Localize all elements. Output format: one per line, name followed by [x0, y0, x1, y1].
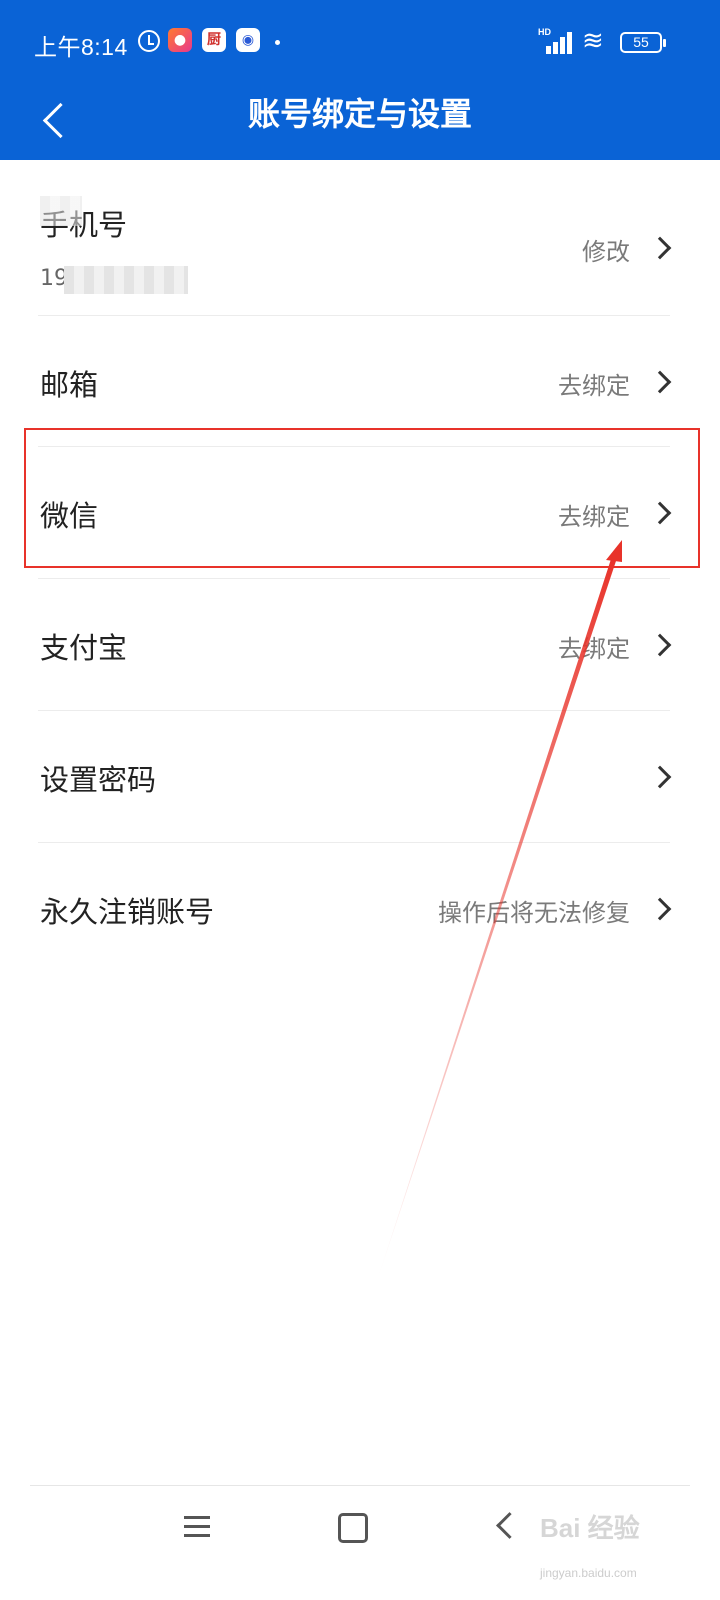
- wifi-icon: ≋: [582, 26, 604, 56]
- row-value: 修改: [582, 238, 630, 266]
- status-bar: 上午8:14 ● 厨 ◉ HD ≋ 55: [0, 0, 720, 84]
- chevron-right-icon: [648, 370, 672, 394]
- signal-icon: [540, 30, 574, 54]
- kitchen-app-icon: 厨: [202, 28, 226, 52]
- row-label: 邮箱: [40, 368, 99, 402]
- page-header: 账号绑定与设置: [0, 84, 720, 160]
- baidu-app-icon: ◉: [236, 28, 260, 52]
- row-label: 设置密码: [40, 763, 157, 797]
- alarm-icon: [138, 30, 160, 52]
- chevron-right-icon: [648, 765, 672, 789]
- row-alipay[interactable]: 支付宝 去绑定: [0, 579, 720, 711]
- more-notifications-dot: [275, 40, 280, 45]
- home-button[interactable]: [320, 1500, 380, 1552]
- baidu-watermark: Bai 经验: [540, 1513, 640, 1543]
- row-value: 操作后将无法修复: [438, 899, 630, 927]
- row-label: 支付宝: [40, 631, 128, 665]
- nav-divider: [30, 1485, 690, 1486]
- row-value: 去绑定: [558, 635, 630, 663]
- baidu-watermark-url: jingyan.baidu.com: [540, 1566, 637, 1580]
- row-value: 去绑定: [558, 372, 630, 400]
- row-set-password[interactable]: 设置密码: [0, 711, 720, 843]
- chevron-right-icon: [648, 633, 672, 657]
- battery-icon: 55: [620, 32, 666, 53]
- status-time: 上午8:14: [34, 34, 128, 60]
- app-notification-icon: ●: [168, 28, 192, 52]
- row-label: 永久注销账号: [40, 895, 215, 929]
- battery-level: 55: [633, 34, 649, 50]
- row-delete-account[interactable]: 永久注销账号 操作后将无法修复: [0, 843, 720, 975]
- chevron-right-icon: [648, 897, 672, 921]
- redacted-mark: [40, 196, 82, 226]
- page-title: 账号绑定与设置: [247, 95, 472, 133]
- top-bar: 上午8:14 ● 厨 ◉ HD ≋ 55 账号绑定与设置: [0, 0, 720, 160]
- redacted-phone: [64, 266, 188, 294]
- system-back-button[interactable]: [474, 1500, 534, 1552]
- highlight-box: [24, 428, 700, 568]
- chevron-right-icon: [648, 236, 672, 260]
- recent-apps-button[interactable]: [166, 1500, 226, 1552]
